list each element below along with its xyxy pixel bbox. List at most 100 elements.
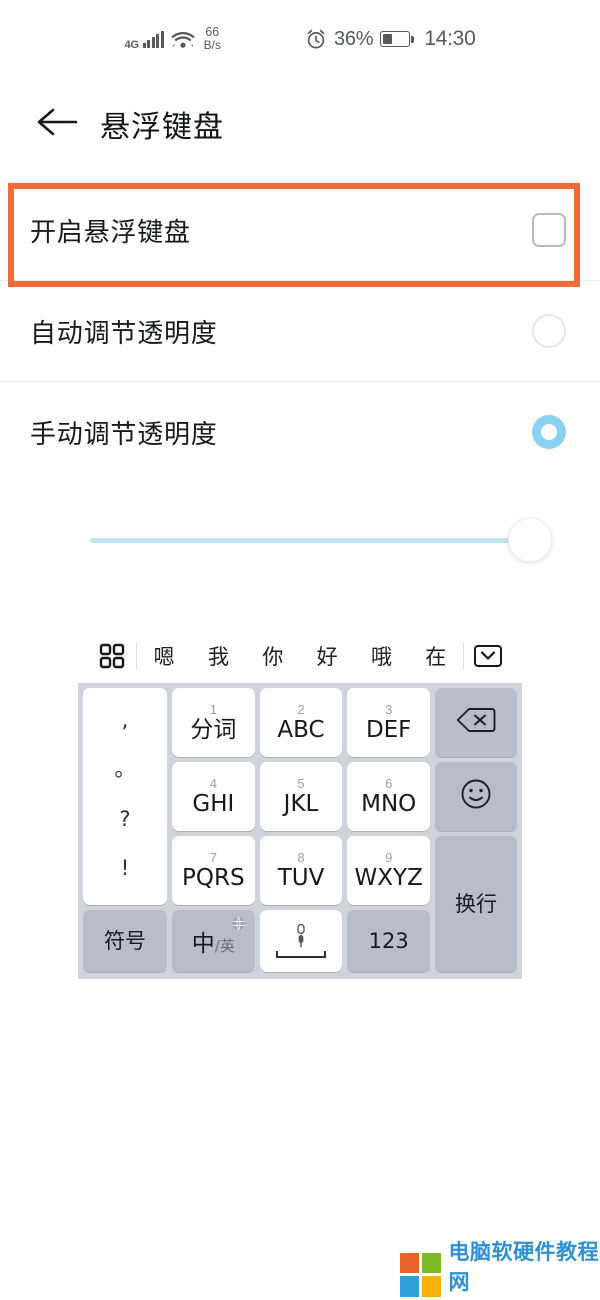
- punctuation-key-stack[interactable]: , 。 ? !: [83, 688, 167, 905]
- backspace-key[interactable]: [435, 688, 517, 757]
- key-2[interactable]: 2 ABC: [259, 688, 343, 757]
- key-label: ABC: [277, 717, 325, 743]
- chevron-down-box-icon[interactable]: [464, 643, 512, 669]
- keyboard-row: 7 PQRS 8 TUV 9 WXYZ: [172, 836, 431, 905]
- setting-label: 手动调节透明度: [30, 419, 218, 450]
- candidate-word[interactable]: 我: [208, 641, 229, 671]
- floating-keyboard-preview: 嗯 我 你 好 哦 在 , 。 ? ! 符号 1 分词 2 ABC 3 DEF …: [78, 629, 522, 979]
- wifi-icon: [170, 30, 195, 49]
- grid-menu-icon[interactable]: [88, 643, 136, 669]
- watermark: 知化家 电脑软硬件教程网 www.computer26.com: [400, 1232, 600, 1300]
- key-9[interactable]: 9 WXYZ: [347, 836, 431, 905]
- arrow-left-icon: [36, 104, 78, 145]
- keyboard-keys-panel: , 。 ? ! 符号 1 分词 2 ABC 3 DEF 4 GHI 5 JKL …: [78, 683, 522, 979]
- watermark-text: 电脑软硬件教程网 www.computer26.com: [449, 1236, 600, 1300]
- auto-transparency-radio[interactable]: [532, 314, 566, 348]
- enter-key-label: 换行: [455, 891, 497, 916]
- key-label: MNO: [361, 791, 417, 817]
- key-label: PQRS: [182, 865, 245, 891]
- punct-period[interactable]: 。: [115, 759, 136, 780]
- slider-thumb[interactable]: [508, 518, 552, 562]
- key-4[interactable]: 4 GHI: [172, 762, 255, 831]
- language-switch-key[interactable]: 中 /英: [172, 910, 255, 972]
- key-number: 8: [297, 850, 305, 865]
- phone-screen: 4G 66 B/s 36% 14:30 悬浮键盘 开启悬浮键盘 自动调节透明度 …: [0, 0, 600, 1300]
- candidate-word[interactable]: 你: [262, 641, 283, 671]
- key-number: 1: [209, 702, 217, 717]
- numeric-key-label: 123: [368, 928, 409, 953]
- key-3[interactable]: 3 DEF: [347, 688, 431, 757]
- candidate-word[interactable]: 在: [425, 641, 446, 671]
- key-8[interactable]: 8 TUV: [259, 836, 343, 905]
- key-label: TUV: [277, 865, 325, 891]
- alarm-clock-icon: [305, 28, 327, 50]
- symbol-key[interactable]: 符号: [83, 910, 167, 972]
- numeric-key[interactable]: 123: [347, 910, 431, 972]
- candidate-word-list: 嗯 我 你 好 哦 在: [137, 641, 463, 671]
- backspace-icon: [456, 706, 496, 739]
- key-number: 2: [297, 702, 305, 717]
- watermark-title: 电脑软硬件教程网: [448, 1240, 600, 1294]
- globe-icon: [231, 916, 246, 936]
- network-speed-unit: B/s: [203, 38, 221, 53]
- key-number: 9: [385, 850, 393, 865]
- enable-floating-keyboard-checkbox[interactable]: [532, 213, 566, 247]
- punct-comma[interactable]: ,: [122, 710, 129, 731]
- symbol-key-label: 符号: [104, 928, 146, 953]
- key-number: 3: [385, 702, 393, 717]
- keyboard-row: 1 分词 2 ABC 3 DEF: [172, 688, 431, 757]
- key-1[interactable]: 1 分词: [172, 688, 255, 757]
- candidate-word[interactable]: 哦: [371, 641, 392, 671]
- punct-question[interactable]: ?: [119, 808, 130, 830]
- manual-transparency-radio[interactable]: [532, 415, 566, 449]
- network-type-label: 4G: [124, 39, 139, 52]
- back-button[interactable]: [26, 93, 88, 155]
- clock-label: 14:30: [424, 27, 476, 50]
- key-label: 分词: [190, 717, 237, 743]
- key-7[interactable]: 7 PQRS: [172, 836, 255, 905]
- page-header: 悬浮键盘: [0, 86, 600, 162]
- keyboard-row: 4 GHI 5 JKL 6 MNO: [172, 762, 431, 831]
- page-title: 悬浮键盘: [100, 110, 224, 145]
- setting-row-manual-transparency[interactable]: 手动调节透明度: [0, 382, 600, 482]
- network-speed-indicator: 66 B/s: [204, 26, 221, 52]
- space-key[interactable]: [259, 910, 343, 972]
- microphone-icon: [276, 924, 326, 958]
- key-number: 6: [385, 776, 393, 791]
- key-5[interactable]: 5 JKL: [259, 762, 343, 831]
- slider-track[interactable]: [90, 518, 552, 562]
- keyboard-main-grid: 1 分词 2 ABC 3 DEF 4 GHI 5 JKL 6 MNO 7 PQR…: [172, 688, 431, 972]
- language-switch-label: 中 /英: [192, 924, 235, 958]
- setting-label: 开启悬浮键盘: [30, 217, 191, 248]
- key-label: WXYZ: [354, 865, 423, 891]
- key-label: GHI: [192, 791, 235, 817]
- punct-exclamation[interactable]: !: [121, 857, 129, 879]
- smiley-icon: [460, 778, 492, 815]
- lang-sub-label: /英: [214, 937, 235, 955]
- setting-row-enable-floating-keyboard[interactable]: 开启悬浮键盘: [0, 180, 600, 280]
- key-number: 5: [297, 776, 305, 791]
- enter-key[interactable]: 换行: [435, 836, 517, 972]
- setting-label: 自动调节透明度: [30, 318, 218, 349]
- keyboard-right-column: 换行: [435, 688, 517, 972]
- key-number: 7: [209, 850, 217, 865]
- setting-row-auto-transparency[interactable]: 自动调节透明度: [0, 281, 600, 381]
- battery-percent-label: 36%: [333, 27, 374, 50]
- space-underline: [276, 951, 326, 958]
- status-bar-right: 36% 14:30: [305, 27, 476, 51]
- status-bar-center: 4G 66 B/s: [125, 26, 221, 52]
- candidate-word[interactable]: 嗯: [154, 641, 175, 671]
- keyboard-left-column: , 。 ? ! 符号: [83, 688, 167, 972]
- key-6[interactable]: 6 MNO: [347, 762, 431, 831]
- emoji-key[interactable]: [435, 762, 517, 831]
- transparency-slider[interactable]: [0, 512, 600, 568]
- battery-icon: [380, 31, 415, 47]
- settings-list: 开启悬浮键盘 自动调节透明度 手动调节透明度: [0, 180, 600, 482]
- candidate-word[interactable]: 好: [317, 641, 338, 671]
- lang-main-label: 中: [191, 931, 215, 957]
- windows-logo-icon: [400, 1252, 441, 1297]
- key-label: DEF: [365, 717, 412, 743]
- keyboard-bottom-row: 中 /英 123: [172, 910, 431, 972]
- status-bar: 4G 66 B/s 36% 14:30: [0, 0, 600, 78]
- key-number: 4: [209, 776, 217, 791]
